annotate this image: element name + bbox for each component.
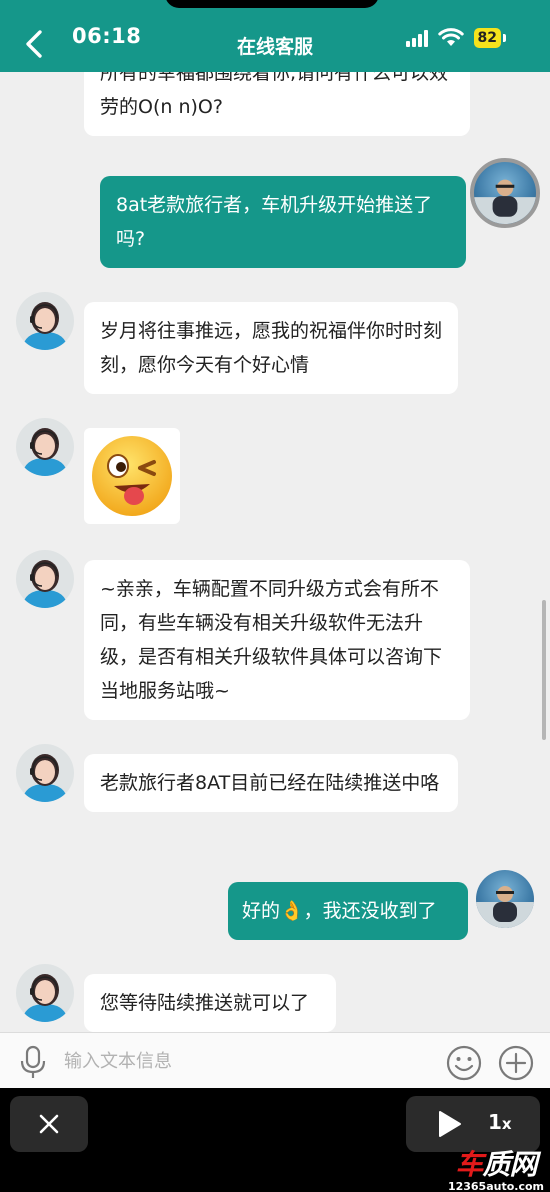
message-text: 老款旅行者8AT目前已经在陆续推送中咯	[100, 772, 440, 794]
message-text: 岁月将往事推远，愿我的祝福伴你时时刻刻，愿你今天有个好心情	[100, 320, 443, 376]
message-bubble-agent: 您等待陆续推送就可以了	[84, 974, 336, 1032]
agent-avatar[interactable]	[16, 744, 74, 802]
emoji-icon[interactable]	[446, 1045, 482, 1081]
top-bar: 06:18 在线客服 82	[0, 0, 550, 72]
chat-scrollbar[interactable]	[542, 600, 546, 740]
playback-speed[interactable]: 1x	[488, 1110, 512, 1134]
message-text: 您等待陆续推送就可以了	[100, 992, 310, 1014]
battery-icon: 82	[473, 28, 506, 48]
wifi-icon	[437, 28, 464, 46]
player-controls: 1x 车质网 12365auto.com	[0, 1088, 550, 1192]
status-icons: 82	[405, 26, 506, 50]
message-bubble-agent: 老款旅行者8AT目前已经在陆续推送中咯	[84, 754, 458, 812]
message-bubble-user: 好的👌，我还没收到了	[228, 882, 468, 940]
chat-area[interactable]: 所有的幸福都围绕着你,请问有什么可以效劳的O(n n)O? 8at老款旅行者，车…	[0, 72, 550, 1032]
mic-icon[interactable]	[18, 1045, 48, 1079]
message-bubble-agent: 所有的幸福都围绕着你,请问有什么可以效劳的O(n n)O?	[84, 72, 470, 136]
agent-avatar[interactable]	[16, 550, 74, 608]
user-avatar[interactable]	[470, 158, 540, 228]
battery-level: 82	[473, 28, 501, 48]
message-text: 好的👌，我还没收到了	[242, 900, 437, 922]
wink-tongue-emoji	[92, 436, 172, 516]
message-text: 所有的幸福都围绕着你,请问有什么可以效劳的O(n n)O?	[100, 72, 449, 118]
message-text: ~亲亲，车辆配置不同升级方式会有所不同，有些车辆没有相关升级软件无法升级，是否有…	[100, 578, 443, 702]
play-icon	[439, 1111, 461, 1137]
message-bubble-agent: ~亲亲，车辆配置不同升级方式会有所不同，有些车辆没有相关升级软件无法升级，是否有…	[84, 560, 470, 720]
agent-avatar[interactable]	[16, 964, 74, 1022]
message-bubble-user: 8at老款旅行者，车机升级开始推送了吗?	[100, 176, 466, 268]
user-avatar[interactable]	[476, 870, 534, 928]
close-button[interactable]	[10, 1096, 88, 1152]
close-icon	[39, 1114, 59, 1134]
message-bubble-agent: 岁月将往事推远，愿我的祝福伴你时时刻刻，愿你今天有个好心情	[84, 302, 458, 394]
play-button[interactable]: 1x	[406, 1096, 540, 1152]
message-input[interactable]	[64, 1043, 424, 1079]
agent-avatar[interactable]	[16, 292, 74, 350]
camera-notch	[165, 0, 379, 8]
emoji-message	[84, 428, 180, 524]
agent-avatar[interactable]	[16, 418, 74, 476]
message-text: 8at老款旅行者，车机升级开始推送了吗?	[116, 194, 433, 250]
plus-icon[interactable]	[498, 1045, 534, 1081]
message-input-bar	[0, 1032, 550, 1088]
signal-icon	[405, 29, 428, 47]
watermark-logo: 车质网 12365auto.com	[447, 1148, 544, 1192]
